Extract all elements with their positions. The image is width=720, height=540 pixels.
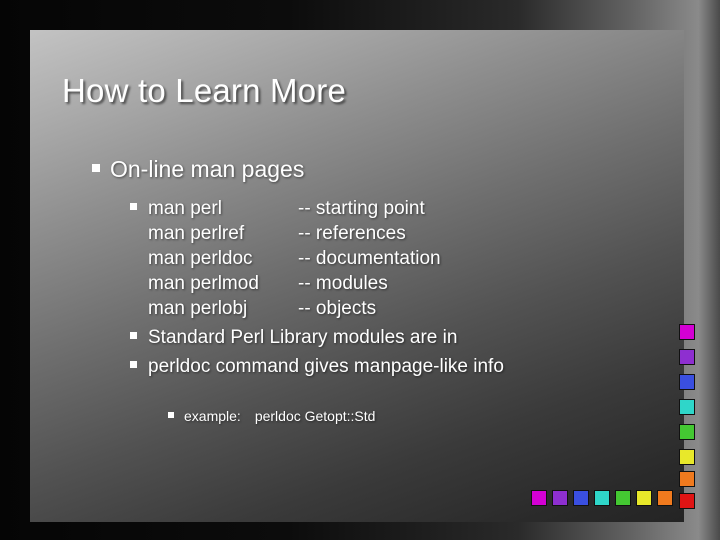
slide: How to Learn More On-line man pages man …: [0, 0, 720, 540]
bullet-square-icon: [130, 356, 148, 378]
bullet-square-icon: [92, 164, 100, 172]
list-item: man perlref -- references: [130, 223, 650, 245]
list-item: perldoc command gives manpage-like info: [130, 356, 650, 378]
man-description: -- documentation: [298, 248, 441, 269]
decor-chip: [679, 349, 695, 365]
decor-chip: [552, 490, 568, 506]
example-line: example: perldoc Getopt::Std: [168, 408, 375, 424]
man-command: man perldoc: [148, 248, 253, 269]
page-title: How to Learn More: [62, 72, 347, 109]
bullet-square-icon: [130, 198, 148, 220]
slide-content: How to Learn More On-line man pages man …: [30, 30, 684, 522]
list-item: man perl -- starting point: [130, 198, 650, 220]
man-description: -- references: [298, 223, 406, 244]
decor-chip: [679, 374, 695, 390]
list-item: man perldoc -- documentation: [130, 248, 650, 270]
bullet-square-icon: [130, 327, 148, 349]
list-item: man perlobj -- objects: [130, 298, 650, 320]
decor-chip: [636, 490, 652, 506]
decor-chip: [679, 449, 695, 465]
decor-chip: [573, 490, 589, 506]
man-command: man perlobj: [148, 298, 248, 319]
decor-chip: [679, 493, 695, 509]
decor-chip: [657, 490, 673, 506]
example-label: example:: [184, 408, 241, 424]
decor-chip: [679, 324, 695, 340]
decor-chip: [679, 471, 695, 487]
decor-chip: [679, 399, 695, 415]
man-command: man perl: [148, 198, 222, 219]
man-command: man perlref: [148, 223, 245, 244]
decor-chip: [594, 490, 610, 506]
example-command: perldoc Getopt::Std: [254, 408, 376, 424]
man-description: -- starting point: [298, 198, 425, 219]
decor-chip: [615, 490, 631, 506]
man-description: -- objects: [298, 298, 377, 319]
man-description: -- modules: [298, 273, 388, 294]
list-item: Standard Perl Library modules are in: [130, 327, 650, 349]
decor-chip: [679, 424, 695, 440]
man-pages-list: man perl -- starting point man perlref -…: [130, 198, 650, 378]
man-command: man perlmod: [148, 273, 259, 294]
decor-chip: [531, 490, 547, 506]
list-item: man perlmod -- modules: [130, 273, 650, 295]
bullet-level2-label: Standard Perl Library modules are in: [148, 327, 458, 348]
bullet-square-icon: [168, 412, 174, 418]
bullet-level2-label: perldoc command gives manpage-like info: [148, 356, 504, 377]
bullet-level1-online-man-pages: On-line man pages: [92, 156, 304, 183]
bullet-level1-label: On-line man pages: [110, 156, 305, 182]
